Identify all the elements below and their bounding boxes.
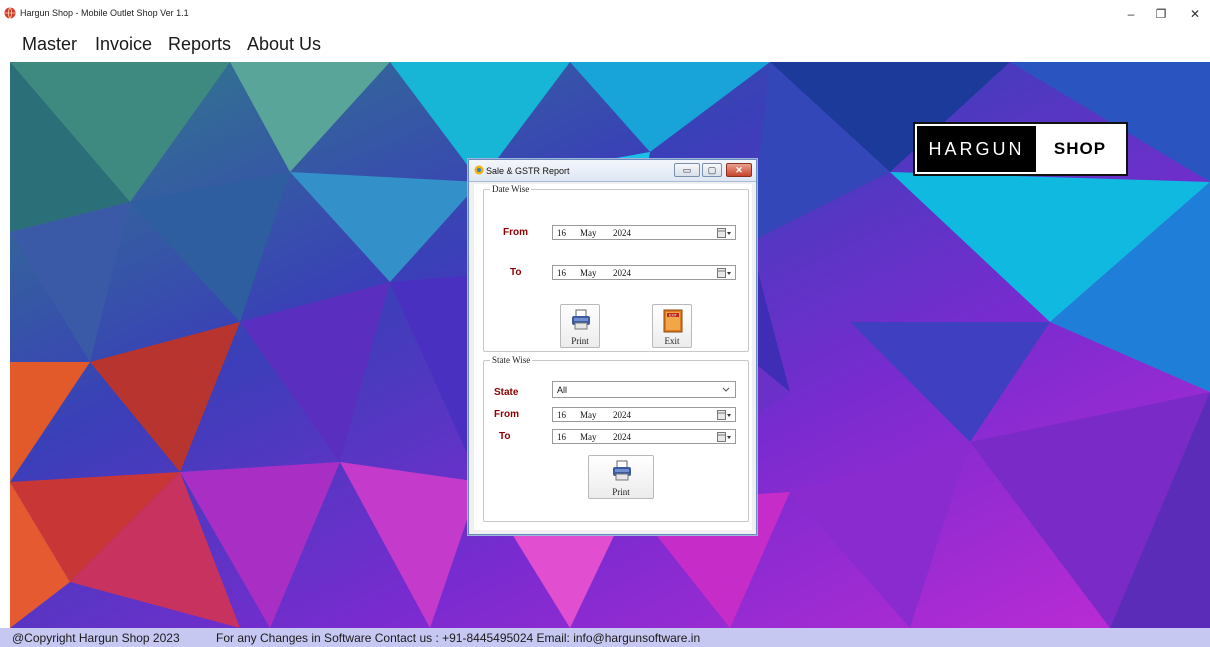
state-print-button[interactable]: Print (588, 455, 654, 499)
dialog-close-button[interactable]: ✕ (726, 163, 752, 177)
exit-sign-text: EXIT (669, 314, 678, 318)
hargun-shop-logo: HARGUN SHOP (913, 122, 1128, 176)
calendar-dropdown-icon[interactable] (717, 432, 731, 442)
window-title: Hargun Shop - Mobile Outlet Shop Ver 1.1 (20, 8, 189, 18)
menu-about-us[interactable]: About Us (247, 34, 321, 55)
state-to-picker[interactable]: 16 May 2024 (552, 429, 736, 444)
logo-hargun-text: HARGUN (917, 126, 1036, 172)
date-to-picker[interactable]: 16 May 2024 (552, 265, 736, 280)
state-select-value: All (557, 385, 568, 395)
dialog-titlebar[interactable]: Sale & GSTR Report ▭ ▢ ✕ (469, 160, 756, 182)
maximize-button[interactable]: ❐ (1152, 5, 1170, 23)
state-print-label: Print (612, 487, 630, 497)
chevron-down-icon (722, 387, 730, 392)
dialog-body: Date Wise From 16 May 2024 To 16 May 202… (474, 184, 752, 530)
state-from-picker[interactable]: 16 May 2024 (552, 407, 736, 422)
calendar-dropdown-icon[interactable] (717, 228, 731, 238)
logo-shop-text: SHOP (1053, 139, 1107, 158)
date-from-picker[interactable]: 16 May 2024 (552, 225, 736, 240)
status-bar: @Copyright Hargun Shop 2023 For any Chan… (0, 628, 1210, 647)
date-print-label: Print (571, 336, 589, 346)
state-label: State (494, 387, 519, 398)
contact-text: For any Changes in Software Contact us :… (216, 631, 701, 645)
exit-door-icon: EXIT (663, 309, 683, 333)
printer-icon (572, 309, 590, 330)
state-to-label: To (499, 431, 511, 442)
copyright-text: @Copyright Hargun Shop 2023 (12, 631, 180, 645)
exit-button[interactable]: EXIT Exit (652, 304, 692, 348)
exit-label: Exit (664, 336, 680, 346)
window-titlebar: Hargun Shop - Mobile Outlet Shop Ver 1.1… (0, 0, 1210, 28)
app-globe-icon (4, 7, 16, 19)
state-select[interactable]: All (552, 381, 736, 398)
menu-bar: Master Invoice Reports About Us (0, 28, 1210, 62)
date-wise-group: Date Wise From 16 May 2024 To 16 May 202… (483, 184, 749, 352)
date-print-button[interactable]: Print (560, 304, 600, 348)
date-wise-legend: Date Wise (490, 184, 532, 194)
menu-master[interactable]: Master (22, 34, 77, 55)
date-from-label: From (503, 227, 528, 238)
calendar-dropdown-icon[interactable] (717, 268, 731, 278)
close-button[interactable]: ✕ (1186, 5, 1204, 23)
calendar-dropdown-icon[interactable] (717, 410, 731, 420)
sale-gstr-report-dialog: Sale & GSTR Report ▭ ▢ ✕ Date Wise From … (468, 159, 757, 535)
date-to-label: To (510, 267, 522, 278)
minimize-button[interactable]: – (1122, 5, 1140, 23)
printer-icon (613, 460, 631, 481)
state-from-label: From (494, 409, 519, 420)
dialog-maximize-button[interactable]: ▢ (702, 163, 722, 177)
menu-reports[interactable]: Reports (168, 34, 231, 55)
dialog-app-icon (474, 165, 484, 175)
state-wise-group: State Wise State All From 16 May 2024 To… (483, 355, 749, 522)
dialog-title: Sale & GSTR Report (486, 166, 570, 176)
dialog-minimize-button[interactable]: ▭ (674, 163, 700, 177)
menu-invoice[interactable]: Invoice (95, 34, 152, 55)
state-wise-legend: State Wise (490, 355, 533, 365)
